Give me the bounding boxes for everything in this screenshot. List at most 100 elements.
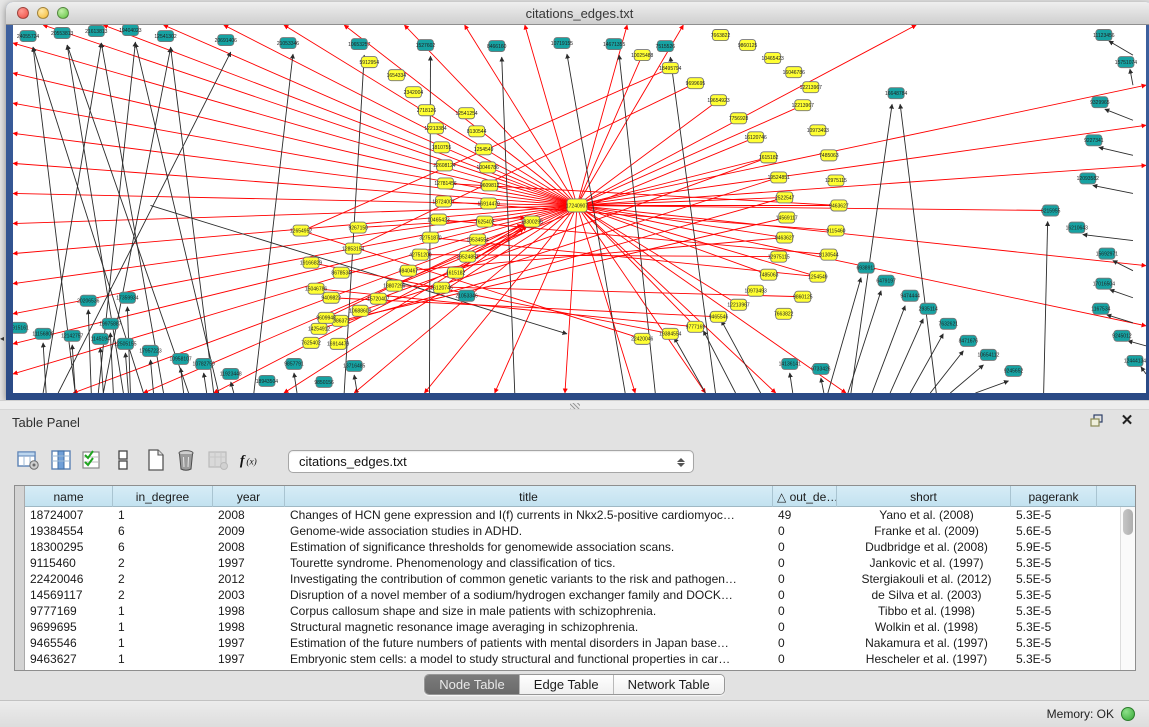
table-cell[interactable]: Wolkin et al. (1998) [837,619,1011,635]
table-cell[interactable]: Jankovic et al. (1997) [837,555,1011,571]
graph-node[interactable]: 11156809 [32,328,54,339]
graph-node[interactable]: 5912954 [360,57,380,68]
tab-network-table[interactable]: Network Table [614,675,724,694]
table-cell[interactable]: 1997 [213,635,285,651]
table-cell[interactable]: 9463627 [25,651,113,667]
table-cell[interactable]: Estimation of significance thresholds fo… [285,539,773,555]
graph-node[interactable]: 17957223 [139,345,161,356]
table-cell[interactable]: 2 [113,587,213,603]
float-panel-icon[interactable] [1089,413,1105,429]
graph-node[interactable]: 16046786 [783,67,805,78]
graph-node[interactable]: 9267150 [348,222,368,233]
network-canvas-container[interactable]: 2405572420553813216138131940402312541302… [13,25,1146,393]
graph-node[interactable]: 9463627 [775,232,795,243]
table-cell[interactable]: 5.3E-5 [1011,507,1097,523]
graph-node[interactable]: 9245652 [1004,365,1024,376]
column-header-title[interactable]: title [285,486,773,507]
table-cell[interactable]: Estimation of the future numbers of pati… [285,635,773,651]
graph-node[interactable]: 19404023 [119,25,141,36]
graph-node[interactable]: 1167534 [1091,303,1110,314]
graph-node[interactable]: 6938911 [856,262,875,273]
graph-node[interactable]: 12541254 [455,108,477,119]
graph-node[interactable]: 19524851 [768,172,790,183]
graph-node[interactable]: 7485063 [759,269,779,280]
graph-node[interactable]: 15692971 [1096,248,1118,259]
table-cell[interactable]: Changes of HCN gene expression and I(f) … [285,507,773,523]
graph-node[interactable]: 10719155 [551,38,573,49]
graph-node[interactable]: 14569117 [776,212,798,223]
table-scrollbar[interactable] [1120,507,1135,670]
graph-node[interactable]: 9115460 [826,225,845,236]
graph-node[interactable]: 18300295 [521,216,543,227]
function-builder-icon[interactable]: f(x) [238,446,266,474]
table-row[interactable]: 2242004622012Investigating the contribut… [25,571,1119,587]
table-cell[interactable]: Investigating the contribution of common… [285,571,773,587]
graph-node[interactable]: 19975887 [99,318,121,329]
table-cell[interactable]: 2 [113,571,213,587]
graph-node[interactable]: 12975115 [768,251,790,262]
graph-node[interactable]: 8130544 [467,126,487,137]
graph-node[interactable]: 1615182 [759,152,779,163]
table-cell[interactable]: 2008 [213,507,285,523]
graph-node[interactable]: 12213967 [792,100,814,111]
graph-node[interactable]: 2935114 [919,303,938,314]
graph-node[interactable]: 9733426 [811,363,831,374]
table-cell[interactable]: 9777169 [25,603,113,619]
close-window-button[interactable] [17,7,29,19]
column-header-year[interactable]: year [213,486,285,507]
graph-node[interactable]: 2342004 [404,87,424,98]
graph-node[interactable]: 2718126 [417,105,437,116]
graph-node[interactable]: 7632621 [939,318,959,329]
graph-node[interactable]: 6479197 [876,275,896,286]
graph-node[interactable]: 42751200 [409,249,431,260]
graph-node[interactable]: 7756928 [729,113,749,124]
graph-node[interactable]: 9609812 [480,180,500,191]
graph-node[interactable]: 9329965 [1090,97,1110,108]
table-cell[interactable]: 5.6E-5 [1011,523,1097,539]
graph-node[interactable]: 9840467 [399,265,419,276]
graph-node[interactable]: 12541302 [154,31,176,42]
table-cell[interactable]: Stergiakouli et al. (2012) [837,571,1011,587]
table-cell[interactable]: Franke et al. (2009) [837,523,1011,539]
table-cell[interactable]: 6 [113,523,213,539]
table-cell[interactable]: 0 [773,523,837,539]
graph-node[interactable]: 16120746 [430,282,452,293]
graph-node[interactable]: 9777169 [686,321,706,332]
graph-node[interactable]: 12853154 [342,243,364,254]
table-cell[interactable]: 1 [113,635,213,651]
graph-node[interactable]: 14136141 [779,358,801,369]
graph-node[interactable]: 10653257 [348,39,370,50]
graph-node[interactable]: 12093582 [1077,173,1099,184]
table-cell[interactable]: Disruption of a novel member of a sodium… [285,587,773,603]
graph-node[interactable]: 20206536 [77,295,99,306]
graph-node[interactable]: 7515526 [656,41,676,52]
graph-node[interactable]: 9245012 [1112,330,1132,341]
table-body[interactable]: 1872400712008Changes of HCN gene express… [25,507,1119,670]
graph-node[interactable]: 17016504 [1093,278,1115,289]
graph-node[interactable]: 16914479 [327,338,349,349]
graph-node[interactable]: 20553813 [51,28,73,39]
table-row[interactable]: 911546021997Tourette syndrome. Phenomeno… [25,555,1119,571]
graph-node[interactable]: 11123456 [1093,30,1115,41]
graph-node[interactable]: 12213967 [727,299,749,310]
graph-node[interactable]: 10958107 [169,353,191,364]
graph-node[interactable]: 12975115 [825,175,847,186]
table-cell[interactable]: 0 [773,651,837,667]
delete-table-icon[interactable] [172,446,200,474]
graph-node[interactable]: 18807299 [383,280,405,291]
graph-node[interactable]: 19654923 [707,95,729,106]
graph-node[interactable]: 14254912 [308,323,330,334]
table-cell[interactable]: 1998 [213,619,285,635]
table-cell[interactable]: Embryonic stem cells: a model to study s… [285,651,773,667]
zoom-window-button[interactable] [57,7,69,19]
graph-node[interactable]: 8215955 [1041,205,1061,216]
graph-node[interactable]: 18943504 [256,375,278,386]
table-row[interactable]: 1872400712008Changes of HCN gene express… [25,507,1119,523]
table-cell[interactable]: 0 [773,603,837,619]
table-cell[interactable]: 6 [113,539,213,555]
table-cell[interactable]: 18300295 [25,539,113,555]
graph-node[interactable]: 1254549 [808,271,828,282]
table-cell[interactable]: 22420046 [25,571,113,587]
graph-node[interactable]: 17240907 [566,199,588,212]
table-row[interactable]: 977716911998Corpus callosum shape and si… [25,603,1119,619]
